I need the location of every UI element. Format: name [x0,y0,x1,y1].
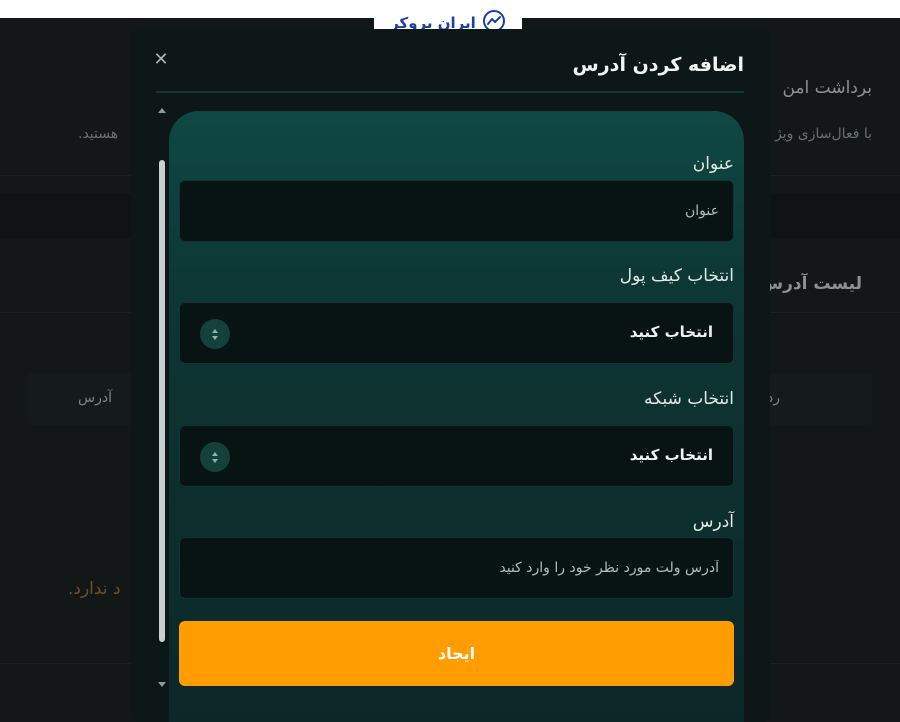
scroll-up-arrow-icon[interactable] [158,108,166,113]
close-icon: ✕ [153,48,169,70]
scroll-down-arrow-icon[interactable] [158,682,166,687]
wallet-select[interactable]: انتخاب کنید [179,302,734,364]
title-field-label: عنوان [692,154,734,174]
close-button[interactable]: ✕ [151,48,171,70]
network-field-label: انتخاب شبکه [643,389,734,409]
select-chevron-icon [200,319,230,349]
address-form: عنوان انتخاب کیف پول انتخاب کنید انتخاب … [169,111,744,722]
create-button[interactable]: ایجاد [179,621,734,686]
add-address-modal: اضافه کردن آدرس ✕ عنوان انتخاب کیف پول ا… [131,29,770,722]
scroll-thumb[interactable] [159,160,165,642]
address-input[interactable] [179,537,734,599]
title-input[interactable] [179,180,734,242]
wallet-field-label: انتخاب کیف پول [619,266,734,286]
modal-divider [156,91,744,93]
address-field-label: آدرس [692,512,734,532]
wallet-select-value: انتخاب کنید [629,323,713,341]
network-select[interactable]: انتخاب کنید [179,425,734,487]
network-select-value: انتخاب کنید [629,446,713,464]
modal-title: اضافه کردن آدرس [572,54,744,76]
select-chevron-icon [200,442,230,472]
modal-scrollbar[interactable] [154,104,170,694]
